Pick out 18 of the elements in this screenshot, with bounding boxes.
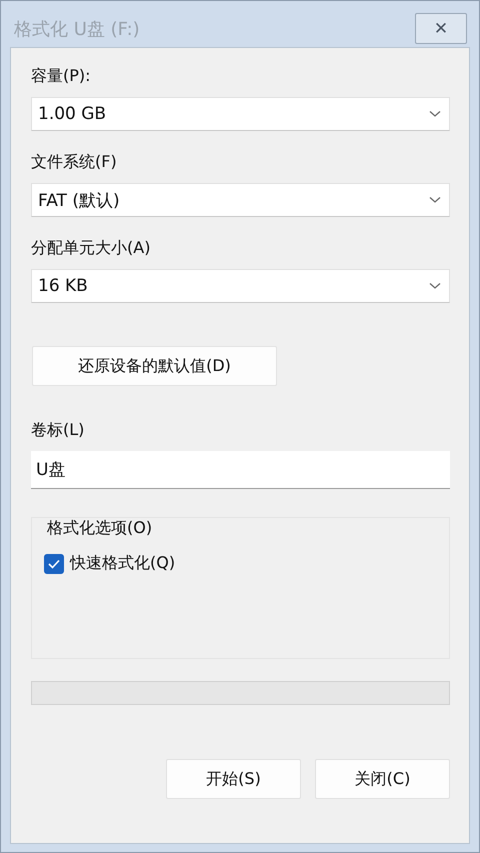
field-label: 卷标(L) bbox=[31, 420, 86, 441]
chevron-down-icon bbox=[429, 110, 441, 118]
chevron-down-icon bbox=[429, 196, 441, 204]
field-label: 容量(P): bbox=[31, 66, 92, 87]
field-label: 分配单元大小(A) bbox=[31, 238, 152, 259]
volume-label-field[interactable]: U盘 bbox=[31, 451, 450, 489]
dropdown[interactable]: 16 KB bbox=[31, 269, 450, 303]
dropdown[interactable]: FAT (默认) bbox=[31, 183, 450, 217]
checkmark-icon bbox=[48, 558, 60, 568]
dropdown[interactable]: 1.00 GB bbox=[31, 97, 450, 131]
close-button[interactable]: ✕ bbox=[415, 13, 467, 44]
chevron-down-icon bbox=[429, 282, 441, 290]
window-title: 格式化 U盘 (F:) bbox=[14, 18, 140, 41]
field-label: 文件系统(F) bbox=[31, 152, 118, 173]
quick-format-checkbox[interactable]: 快速格式化(Q) bbox=[44, 553, 176, 574]
start-button[interactable]: 开始(S) bbox=[166, 759, 301, 799]
restore-defaults-button[interactable]: 还原设备的默认值(D) bbox=[32, 346, 277, 386]
close-dialog-button[interactable]: 关闭(C) bbox=[315, 759, 450, 799]
